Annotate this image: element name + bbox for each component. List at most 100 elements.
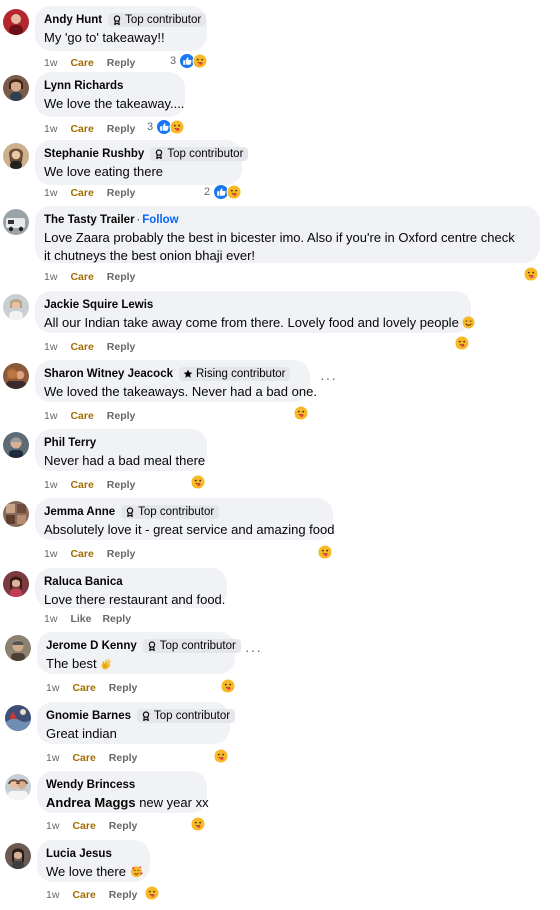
comment-time[interactable]: 1w bbox=[46, 682, 59, 694]
avatar[interactable] bbox=[3, 294, 29, 320]
reaction-summary[interactable] bbox=[190, 474, 206, 490]
reply-button[interactable]: Reply bbox=[109, 682, 138, 694]
reply-button[interactable]: Reply bbox=[107, 479, 136, 491]
more-options-button[interactable]: ··· bbox=[245, 642, 262, 658]
care-reaction-button[interactable]: Care bbox=[72, 820, 95, 832]
follow-button[interactable]: Follow bbox=[142, 214, 178, 226]
comment-time[interactable]: 1w bbox=[44, 548, 57, 560]
care-hug-emoji-icon bbox=[192, 53, 208, 69]
comment-time[interactable]: 1w bbox=[44, 271, 57, 283]
care-reaction-button[interactable]: Care bbox=[70, 187, 93, 199]
reply-button[interactable]: Reply bbox=[107, 187, 136, 199]
reaction-summary[interactable]: 3 bbox=[147, 119, 185, 135]
reply-button[interactable]: Reply bbox=[107, 548, 136, 560]
care-reaction-button[interactable]: Care bbox=[72, 889, 95, 901]
reply-button[interactable]: Reply bbox=[107, 341, 136, 353]
comment-author[interactable]: Jerome D Kenny bbox=[46, 640, 137, 652]
comment-author[interactable]: Lynn Richards bbox=[44, 80, 123, 92]
reaction-summary[interactable] bbox=[523, 266, 539, 282]
comment-author[interactable]: The Tasty Trailer bbox=[44, 214, 135, 226]
care-reaction-button[interactable]: Care bbox=[70, 57, 93, 69]
comment-author[interactable]: Jemma Anne bbox=[44, 506, 115, 518]
care-hug-emoji-icon bbox=[293, 405, 309, 421]
comment-time[interactable]: 1w bbox=[46, 820, 59, 832]
reaction-summary[interactable] bbox=[293, 405, 309, 421]
reply-button[interactable]: Reply bbox=[109, 752, 138, 764]
comment-text: Love Zaara probably the best in bicester… bbox=[44, 230, 515, 263]
comment-text: We love there bbox=[46, 863, 143, 881]
comment-time[interactable]: 1w bbox=[44, 57, 57, 69]
comment-bubble: Lucia Jesus We love there bbox=[37, 840, 150, 882]
comment-time[interactable]: 1w bbox=[44, 613, 57, 625]
comment-author[interactable]: Lucia Jesus bbox=[46, 848, 112, 860]
reaction-summary[interactable] bbox=[190, 816, 206, 832]
comment-lynn-richards: Lynn Richards We love the takeaway.... 1… bbox=[0, 72, 560, 138]
comment-text: We love eating there bbox=[44, 164, 163, 179]
avatar[interactable] bbox=[3, 363, 29, 389]
comment-time[interactable]: 1w bbox=[44, 410, 57, 422]
comment-time[interactable]: 1w bbox=[46, 752, 59, 764]
comment-text: We loved the takeaways. Never had a bad … bbox=[44, 384, 317, 399]
comment-text: Andrea Maggs new year xx bbox=[46, 794, 209, 812]
comment-time[interactable]: 1w bbox=[46, 889, 59, 901]
reaction-summary[interactable] bbox=[144, 885, 160, 901]
badge-label: Top contributor bbox=[167, 148, 244, 160]
reply-button[interactable]: Reply bbox=[102, 613, 131, 625]
comment-author[interactable]: Stephanie Rushby bbox=[44, 148, 144, 160]
reply-button[interactable]: Reply bbox=[107, 410, 136, 422]
comment-actions: 1w Care Reply bbox=[44, 409, 135, 423]
comment-author[interactable]: Phil Terry bbox=[44, 437, 96, 449]
reaction-summary[interactable]: 3 bbox=[170, 53, 208, 69]
reaction-summary[interactable] bbox=[213, 748, 229, 764]
comment-author[interactable]: Andy Hunt bbox=[44, 14, 102, 26]
comment-actions: 1w Care Reply bbox=[46, 888, 137, 902]
avatar[interactable] bbox=[5, 843, 31, 869]
avatar[interactable] bbox=[3, 9, 29, 35]
reply-button[interactable]: Reply bbox=[107, 57, 136, 69]
comment-text: Love there restaurant and food. bbox=[44, 592, 226, 607]
mention-link[interactable]: Andrea Maggs bbox=[46, 795, 136, 810]
avatar[interactable] bbox=[3, 75, 29, 101]
comment-text-body: new year xx bbox=[139, 795, 209, 810]
comment-author[interactable]: Raluca Banica bbox=[44, 576, 123, 588]
comment-author[interactable]: Gnomie Barnes bbox=[46, 710, 131, 722]
more-options-button[interactable]: ··· bbox=[320, 370, 337, 386]
reaction-summary[interactable] bbox=[454, 335, 470, 351]
care-reaction-button[interactable]: Care bbox=[70, 479, 93, 491]
comment-time[interactable]: 1w bbox=[44, 123, 57, 135]
avatar[interactable] bbox=[3, 571, 29, 597]
avatar[interactable] bbox=[3, 209, 29, 235]
comment-author[interactable]: Jackie Squire Lewis bbox=[44, 299, 153, 311]
avatar[interactable] bbox=[3, 143, 29, 169]
comment-time[interactable]: 1w bbox=[44, 187, 57, 199]
care-reaction-button[interactable]: Care bbox=[72, 682, 95, 694]
reply-button[interactable]: Reply bbox=[107, 123, 136, 135]
reaction-summary[interactable] bbox=[220, 678, 236, 694]
care-reaction-button[interactable]: Care bbox=[70, 548, 93, 560]
avatar[interactable] bbox=[5, 635, 31, 661]
reply-button[interactable]: Reply bbox=[109, 889, 138, 901]
care-reaction-button[interactable]: Care bbox=[72, 752, 95, 764]
comment-actions: 1w Care Reply bbox=[44, 478, 135, 492]
comment-bubble: Jackie Squire Lewis All our Indian take … bbox=[35, 291, 475, 333]
avatar[interactable] bbox=[3, 501, 29, 527]
reply-button[interactable]: Reply bbox=[109, 820, 138, 832]
like-button[interactable]: Like bbox=[70, 613, 91, 625]
avatar[interactable] bbox=[5, 774, 31, 800]
comment-author[interactable]: Sharon Witney Jeacock bbox=[44, 368, 173, 380]
comment-bubble: Gnomie Barnes Top contributor Great indi… bbox=[37, 702, 236, 744]
comment-time[interactable]: 1w bbox=[44, 479, 57, 491]
reaction-summary[interactable] bbox=[317, 544, 333, 560]
reply-button[interactable]: Reply bbox=[107, 271, 136, 283]
avatar[interactable] bbox=[3, 432, 29, 458]
avatar[interactable] bbox=[5, 705, 31, 731]
reaction-summary[interactable]: 2 bbox=[204, 184, 242, 200]
comment-author[interactable]: Wendy Brincess bbox=[46, 779, 135, 791]
care-reaction-button[interactable]: Care bbox=[70, 271, 93, 283]
comment-jerome-d-kenny: Jerome D Kenny Top contributor The best … bbox=[0, 632, 560, 698]
top-contributor-badge: Top contributor bbox=[137, 709, 236, 723]
comment-time[interactable]: 1w bbox=[44, 341, 57, 353]
care-reaction-button[interactable]: Care bbox=[70, 341, 93, 353]
care-reaction-button[interactable]: Care bbox=[70, 123, 93, 135]
care-reaction-button[interactable]: Care bbox=[70, 410, 93, 422]
